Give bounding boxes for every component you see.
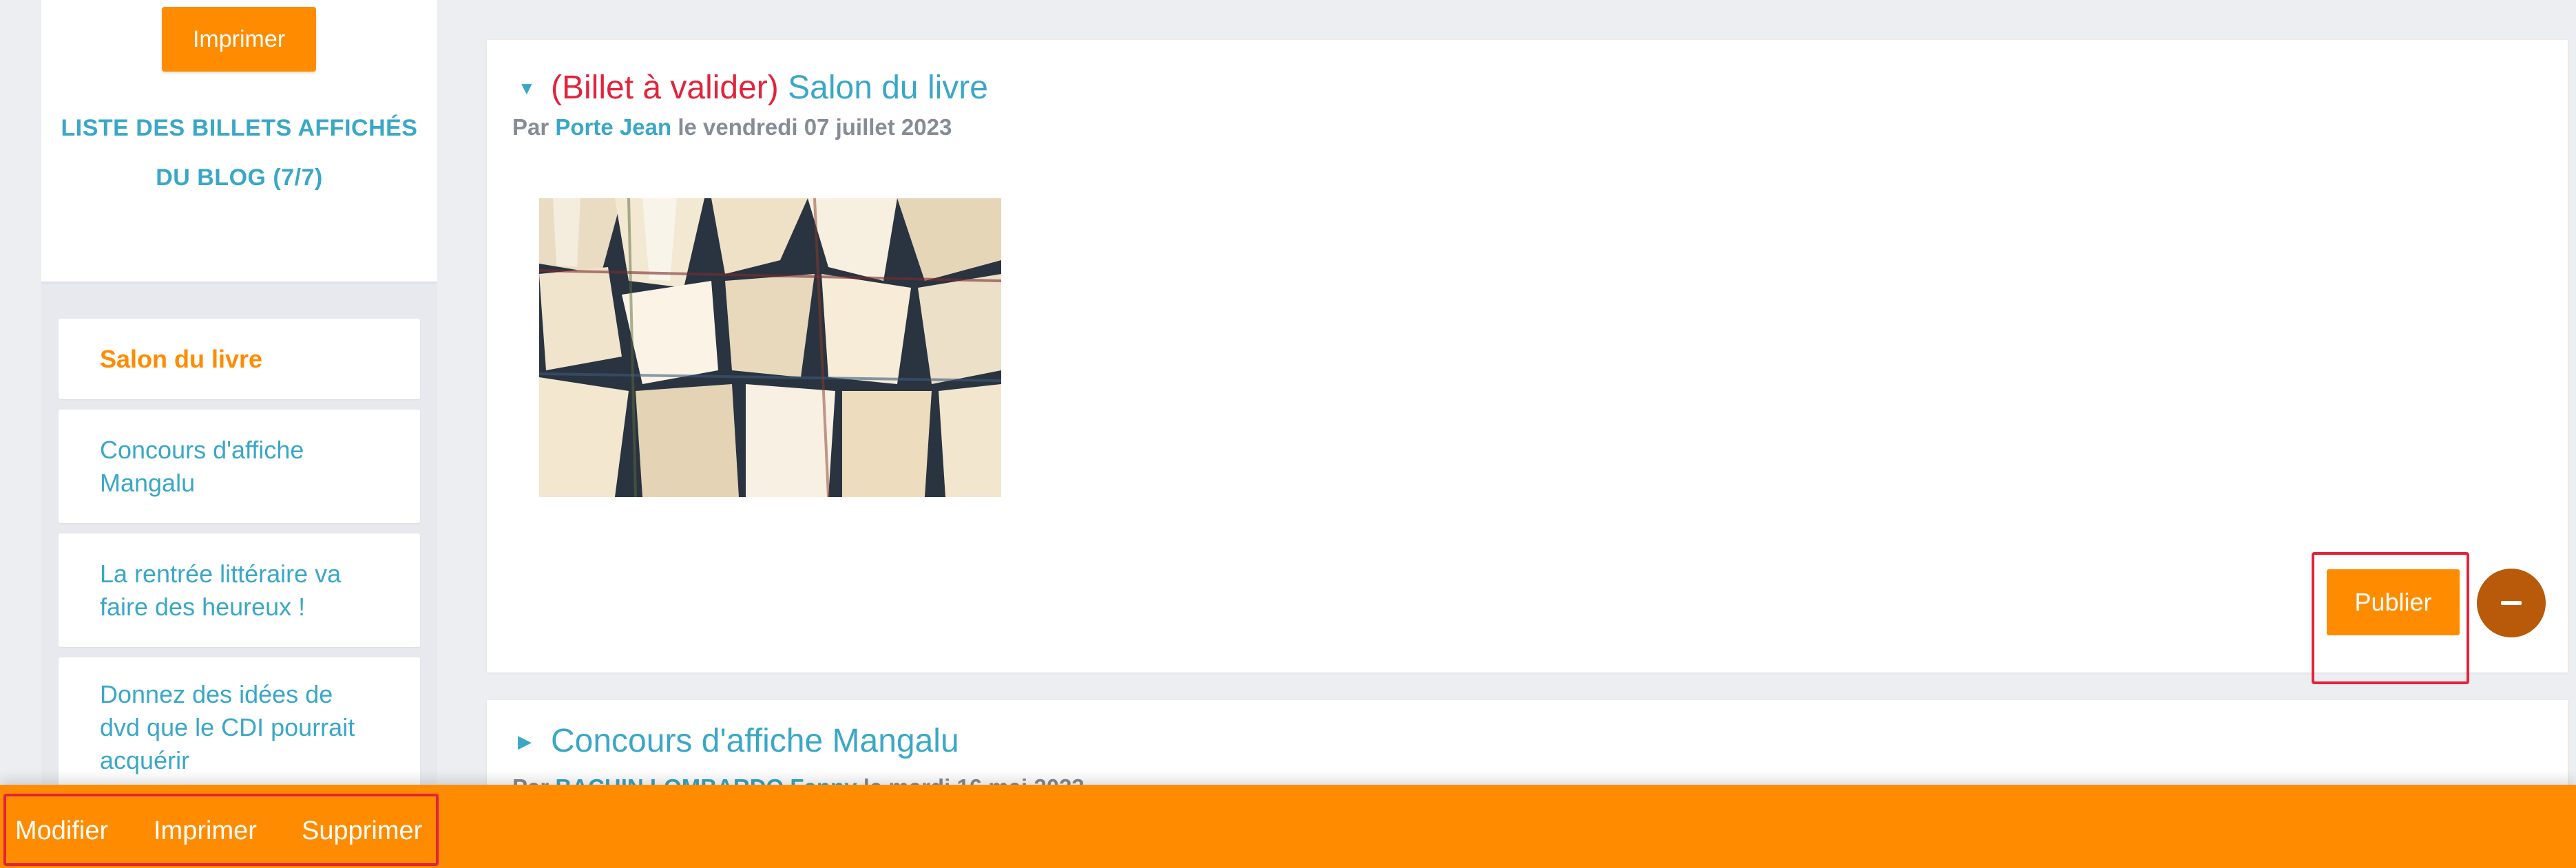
post-date: le vendredi 07 juillet 2023: [678, 114, 952, 140]
sidebar-print-button[interactable]: Imprimer: [162, 7, 316, 72]
collapse-button[interactable]: [2477, 569, 2546, 637]
post-card-header[interactable]: ▶ Concours d'affiche Mangalu: [518, 719, 959, 763]
post-title[interactable]: Concours d'affiche Mangalu: [551, 719, 959, 763]
post-list-item-salon-du-livre[interactable]: Salon du livre: [59, 319, 420, 399]
sidebar-title: LISTE DES BILLETS AFFICHÉS DU BLOG (7/7): [61, 115, 418, 191]
post-title[interactable]: Salon du livre: [788, 70, 988, 106]
bottom-toolbar: Modifier Imprimer Supprimer: [0, 785, 2576, 868]
byline-prefix: Par: [512, 114, 549, 140]
print-button[interactable]: Imprimer: [154, 800, 257, 862]
post-list-item-label: Salon du livre: [100, 344, 263, 373]
publish-button[interactable]: Publier: [2327, 569, 2460, 635]
sidebar-header: Imprimer LISTE DES BILLETS AFFICHÉS DU B…: [41, 0, 437, 284]
books-photo-icon: [539, 198, 1001, 497]
sidebar: Imprimer LISTE DES BILLETS AFFICHÉS DU B…: [41, 0, 437, 868]
modify-button[interactable]: Modifier: [15, 800, 108, 862]
post-list: Salon du livre Concours d'affiche Mangal…: [59, 319, 420, 819]
post-list-item-label: La rentrée littéraire va faire des heure…: [100, 559, 342, 621]
books-photo: [539, 198, 1001, 497]
status-tag: (Billet à valider): [551, 70, 779, 106]
post-card-header[interactable]: ▼ (Billet à valider) Salon du livre: [518, 66, 988, 110]
delete-button[interactable]: Supprimer: [302, 800, 422, 862]
minus-icon: [2501, 601, 2522, 605]
post-list-item-label: Donnez des idées de dvd que le CDI pourr…: [100, 680, 355, 774]
author-link[interactable]: Porte Jean: [555, 114, 671, 140]
post-byline: Par Porte Jean le vendredi 07 juillet 20…: [512, 114, 952, 140]
post-list-item-label: Concours d'affiche Mangalu: [100, 435, 304, 497]
main-content: ▼ (Billet à valider) Salon du livre Par …: [487, 0, 2576, 868]
post-card: ▼ (Billet à valider) Salon du livre Par …: [487, 40, 2568, 684]
post-list-item-concours-affiche[interactable]: Concours d'affiche Mangalu: [59, 410, 420, 523]
post-list-item-rentree-litteraire[interactable]: La rentrée littéraire va faire des heure…: [59, 533, 420, 647]
caret-down-icon[interactable]: ▼: [518, 66, 537, 110]
caret-right-icon[interactable]: ▶: [518, 719, 537, 763]
page: Imprimer LISTE DES BILLETS AFFICHÉS DU B…: [0, 0, 2576, 868]
